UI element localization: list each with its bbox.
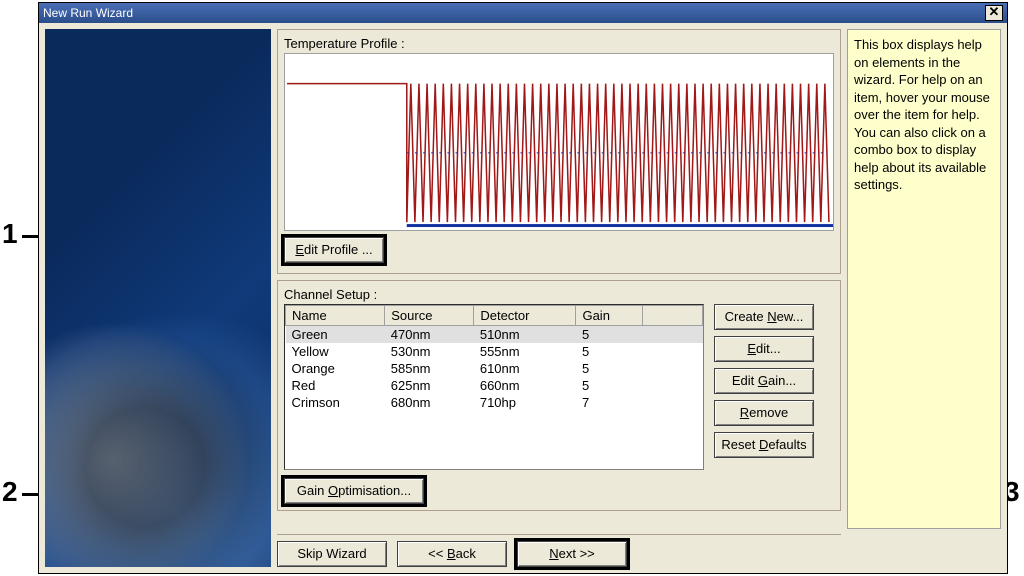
wizard-window: New Run Wizard ✕ Temperature Profile : bbox=[38, 2, 1008, 574]
channel-setup-label: Channel Setup : bbox=[284, 287, 834, 302]
help-panel: This box displays help on elements in th… bbox=[847, 29, 1001, 529]
table-row[interactable]: Orange585nm610nm5 bbox=[286, 360, 703, 377]
skip-wizard-button[interactable]: Skip Wizard bbox=[277, 541, 387, 567]
help-text: This box displays help on elements in th… bbox=[854, 37, 990, 192]
col-source[interactable]: Source bbox=[385, 306, 474, 326]
wizard-sidebar-image bbox=[45, 29, 271, 567]
window-title: New Run Wizard bbox=[43, 6, 133, 20]
channel-setup-group: Channel Setup : Name Source Detector Gai… bbox=[277, 280, 841, 511]
col-gain[interactable]: Gain bbox=[576, 306, 643, 326]
col-detector[interactable]: Detector bbox=[474, 306, 576, 326]
gain-optimisation-button[interactable]: Gain Optimisation... bbox=[284, 478, 424, 504]
channel-header-row: Name Source Detector Gain bbox=[286, 306, 703, 326]
table-row[interactable]: Green470nm510nm5 bbox=[286, 326, 703, 344]
edit-button[interactable]: Edit... bbox=[714, 336, 814, 362]
table-row[interactable]: Crimson680nm710hp7 bbox=[286, 394, 703, 411]
edit-profile-button[interactable]: Edit Profile ... bbox=[284, 237, 384, 263]
temperature-profile-group: Temperature Profile : bbox=[277, 29, 841, 274]
table-row[interactable]: Red625nm660nm5 bbox=[286, 377, 703, 394]
table-row[interactable]: Yellow530nm555nm5 bbox=[286, 343, 703, 360]
edit-gain-button[interactable]: Edit Gain... bbox=[714, 368, 814, 394]
back-button[interactable]: << Back bbox=[397, 541, 507, 567]
col-name[interactable]: Name bbox=[286, 306, 385, 326]
remove-button[interactable]: Remove bbox=[714, 400, 814, 426]
close-button[interactable]: ✕ bbox=[985, 5, 1003, 21]
next-button[interactable]: Next >> bbox=[517, 541, 627, 567]
channel-table[interactable]: Name Source Detector Gain G bbox=[284, 304, 704, 470]
create-new-button[interactable]: Create New... bbox=[714, 304, 814, 330]
callout-2: 2 bbox=[2, 476, 18, 508]
callout-1: 1 bbox=[2, 218, 18, 250]
temperature-profile-label: Temperature Profile : bbox=[284, 36, 834, 51]
titlebar: New Run Wizard ✕ bbox=[39, 3, 1007, 23]
temperature-profile-chart bbox=[284, 53, 834, 231]
wizard-nav: Skip Wizard << Back Next >> bbox=[277, 534, 841, 567]
reset-defaults-button[interactable]: Reset Defaults bbox=[714, 432, 814, 458]
